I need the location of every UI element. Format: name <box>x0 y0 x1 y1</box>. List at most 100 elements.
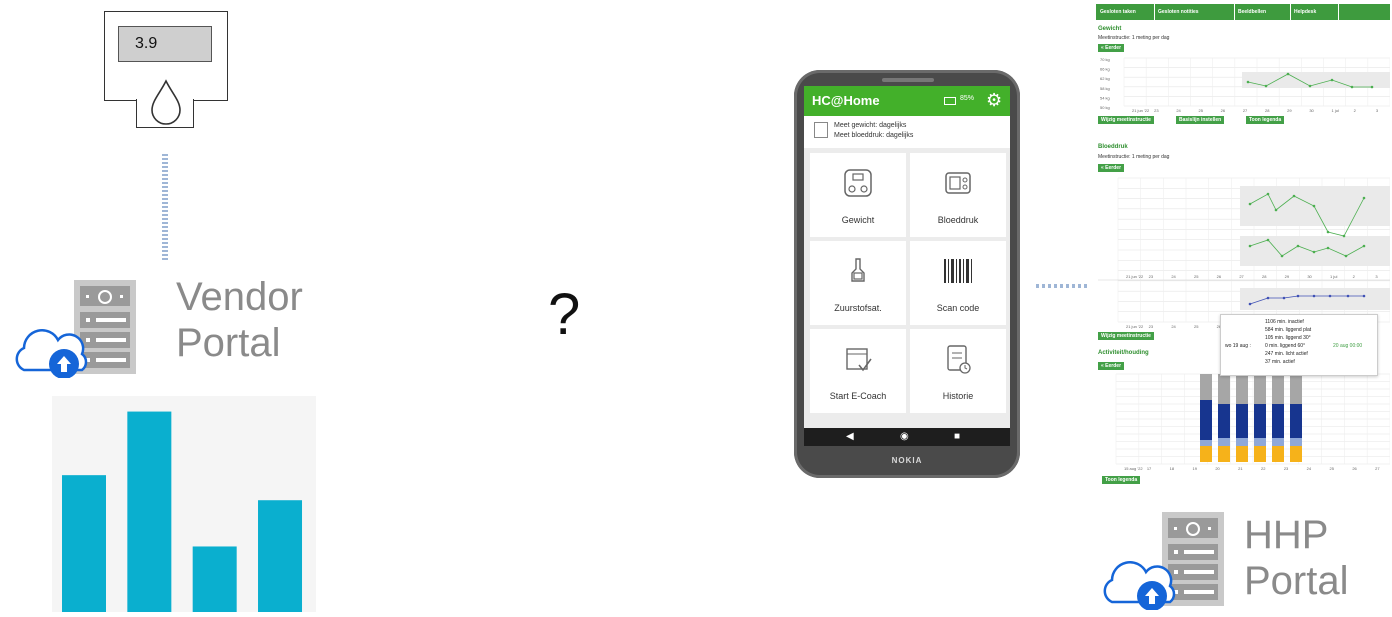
bar-3 <box>192 546 237 612</box>
tab-gesloten-taken[interactable]: Gesloten taken <box>1096 4 1155 20</box>
battery-icon <box>944 97 956 105</box>
activity-bar-segment <box>1290 438 1302 446</box>
scale-icon <box>844 169 872 197</box>
instruction-weight: Meet gewicht: dagelijks <box>834 122 907 129</box>
pulse-series-point <box>1248 302 1252 306</box>
diastolic-series-point <box>1344 254 1348 258</box>
tooltip-line: 37 min. actief <box>1265 359 1295 365</box>
systolic-series-point <box>1266 192 1270 196</box>
x-tick-label: 27 <box>1239 274 1244 279</box>
gear-icon[interactable]: ⚙ <box>986 90 1002 110</box>
x-tick-label: 3 <box>1375 274 1378 279</box>
x-tick-label: 18 <box>1170 466 1175 471</box>
systolic-series-point <box>1326 230 1330 234</box>
bp-title: Bloeddruk <box>1098 144 1128 150</box>
pulse-series-point <box>1296 294 1300 298</box>
back-button[interactable]: ◀ <box>846 431 854 443</box>
hhp-portal-icon <box>1098 512 1224 612</box>
weight-earlier-button[interactable]: « Eerder <box>1098 44 1125 52</box>
x-tick-label: 23 <box>1154 108 1159 113</box>
x-tick-label: 17 <box>1147 466 1152 471</box>
blood-pressure-icon <box>945 172 971 194</box>
x-tick-label: 23 <box>1284 466 1289 471</box>
cloud-upload-icon <box>15 329 88 378</box>
tooltip-line: 105 min. liggend 30° <box>1265 335 1311 341</box>
tile-label: Bloeddruk <box>937 215 979 225</box>
dotted-connector-horizontal <box>1036 284 1090 288</box>
tile-start-ecoach[interactable]: Start E-Coach <box>810 329 906 413</box>
activity-bar-segment <box>1200 400 1212 440</box>
activity-chart: 15 aug '22 17 18 19 20 21 22 23 24 25 26 27 <box>1115 373 1390 471</box>
y-tick-label: 58 kg <box>1100 86 1110 91</box>
phone-speaker <box>882 78 934 82</box>
tile-zuurstofsat[interactable]: Zuurstofsat. <box>810 241 906 325</box>
hhp-dashboard-screenshot: Gesloten taken Gesloten notities Beeldbe… <box>1096 0 1392 490</box>
tooltip-line: 0 min. liggend 60° <box>1265 343 1306 349</box>
weight-edit-instruction-button[interactable]: Wijzig meetinstructie <box>1098 116 1154 124</box>
y-tick-label: 50 kg <box>1100 105 1110 110</box>
activity-bar-segment <box>1218 446 1230 462</box>
bp-edit-instruction-button[interactable]: Wijzig meetinstructie <box>1098 332 1154 340</box>
vendor-label-line1: Vendor <box>176 275 303 319</box>
tile-label: Scan code <box>936 303 980 313</box>
x-tick-label: 28 <box>1262 274 1267 279</box>
x-tick-label: 25 <box>1330 466 1335 471</box>
cloud-upload-icon <box>1103 561 1176 610</box>
pulse-series-point <box>1282 296 1286 300</box>
activity-bar-segment <box>1272 438 1284 446</box>
x-tick-label: 25 <box>1194 274 1199 279</box>
barcode-icon <box>944 259 972 283</box>
tile-historie[interactable]: Historie <box>910 329 1006 413</box>
activity-bar-segment <box>1254 446 1266 462</box>
vendor-label-line2: Portal <box>176 321 281 365</box>
recents-button[interactable]: ■ <box>954 431 960 443</box>
app-title: HC@Home <box>812 93 880 108</box>
activity-bar-segment <box>1290 374 1302 404</box>
activity-earlier-button[interactable]: « Eerder <box>1098 362 1125 370</box>
activity-legend-button[interactable]: Toon legenda <box>1102 476 1141 484</box>
y-tick-label: 70 kg <box>1100 57 1110 62</box>
activity-bar-segment <box>1218 438 1230 446</box>
x-tick-label: 28 <box>1265 108 1270 113</box>
weight-series-point <box>1350 85 1354 89</box>
tile-gewicht[interactable]: Gewicht <box>810 153 906 237</box>
home-button[interactable]: ◉ <box>900 431 909 443</box>
bar-chart <box>52 396 316 612</box>
x-tick-label: 24 <box>1171 274 1176 279</box>
x-tick-label: 15 aug '22 <box>1124 466 1143 471</box>
tab-beeldbellen[interactable]: Beeldbellen <box>1234 4 1291 20</box>
x-tick-label: 20 <box>1215 466 1220 471</box>
tooltip-date: wo 19 aug : <box>1225 343 1251 349</box>
activity-bar-segment <box>1236 446 1248 462</box>
activity-title: Activiteit/houding <box>1098 350 1149 356</box>
tile-scan-code[interactable]: Scan code <box>910 241 1006 325</box>
x-tick-label: 2 <box>1354 108 1357 113</box>
vendor-portal-icon <box>10 280 136 380</box>
measurement-instructions: Meet gewicht: dagelijks Meet bloeddruk: … <box>804 116 1010 148</box>
x-tick-label: 29 <box>1287 108 1292 113</box>
activity-bar-segment <box>1272 446 1284 462</box>
activity-bar-segment <box>1254 404 1266 438</box>
tooltip-legend: 20 aug 00:00 <box>1333 343 1363 349</box>
hhp-label-line2: Portal <box>1244 559 1349 603</box>
systolic-series-point <box>1274 208 1278 212</box>
phone-brand: NOKIA <box>891 456 923 465</box>
y-tick-label: 54 kg <box>1100 95 1110 100</box>
bp-earlier-button[interactable]: « Eerder <box>1098 164 1125 172</box>
tab-helpdesk[interactable]: Helpdesk <box>1290 4 1339 20</box>
weight-series-point <box>1308 84 1312 88</box>
x-tick-label: 1 jul <box>1332 108 1339 113</box>
tile-label: Historie <box>942 391 974 401</box>
weight-baseline-button[interactable]: Basislijn instellen <box>1176 116 1225 124</box>
x-tick-label: 26 <box>1217 274 1222 279</box>
tooltip-line: 584 min. liggend plat <box>1265 327 1312 333</box>
instruction-bloodpressure: Meet bloeddruk: dagelijks <box>834 132 914 139</box>
weight-legend-button[interactable]: Toon legenda <box>1246 116 1285 124</box>
tile-bloeddruk[interactable]: Bloeddruk <box>910 153 1006 237</box>
drop-icon <box>151 79 181 125</box>
tab-gesloten-notities[interactable]: Gesloten notities <box>1154 4 1235 20</box>
dashboard-tabs: Gesloten taken Gesloten notities Beeldbe… <box>1096 4 1390 20</box>
activity-tooltip: wo 19 aug : 1106 min. inactief 584 min. … <box>1220 314 1378 376</box>
weight-series-point <box>1246 80 1250 84</box>
x-tick-label: 24 <box>1171 324 1176 329</box>
